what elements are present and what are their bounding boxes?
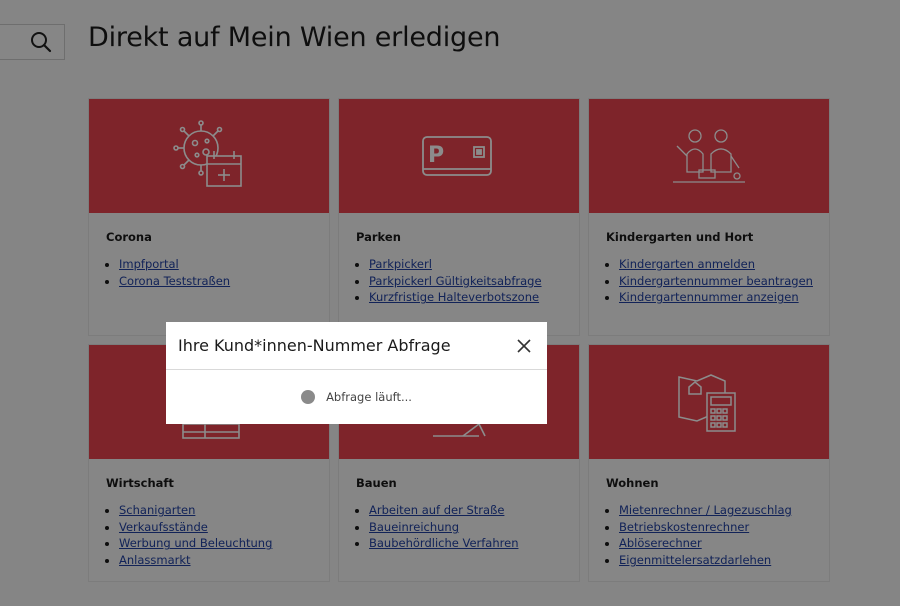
close-icon (517, 338, 531, 353)
loading-spinner-icon (301, 390, 316, 404)
close-button[interactable] (515, 337, 533, 355)
loading-text: Abfrage läuft... (326, 390, 412, 404)
dialog-title: Ihre Kund*innen-Nummer Abfrage (178, 336, 451, 355)
modal-backdrop[interactable] (0, 0, 900, 606)
customer-number-dialog: Ihre Kund*innen-Nummer Abfrage Abfrage l… (166, 322, 547, 424)
dialog-header: Ihre Kund*innen-Nummer Abfrage (166, 322, 547, 370)
dialog-body: Abfrage läuft... (166, 370, 547, 424)
